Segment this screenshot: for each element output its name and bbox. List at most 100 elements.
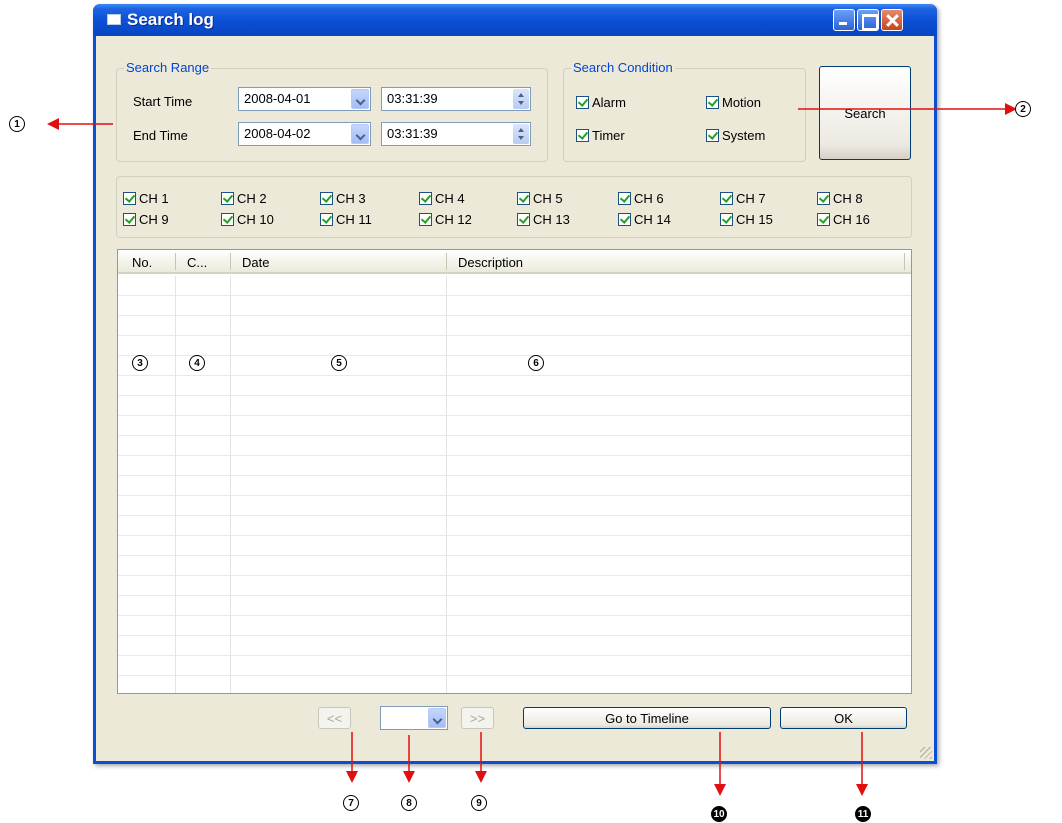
end-time-value: 03:31:39	[387, 126, 438, 141]
column-line	[175, 276, 176, 693]
channel-label: CH 4	[435, 191, 465, 206]
channel-checkbox-7[interactable]: CH 7	[720, 191, 766, 206]
window-icon	[107, 14, 121, 25]
channel-label: CH 10	[237, 212, 274, 227]
channel-checkbox-10[interactable]: CH 10	[221, 212, 274, 227]
check-icon	[706, 96, 719, 109]
alarm-checkbox[interactable]: Alarm	[576, 95, 626, 110]
spin-arrows-icon[interactable]	[513, 124, 529, 144]
callout-6: 6	[528, 355, 544, 371]
start-date-picker[interactable]: 2008-04-01	[238, 87, 371, 111]
start-time-value: 03:31:39	[387, 91, 438, 106]
channel-label: CH 5	[533, 191, 563, 206]
channel-checkbox-8[interactable]: CH 8	[817, 191, 863, 206]
ok-button[interactable]: OK	[780, 707, 907, 729]
check-icon	[817, 192, 830, 205]
check-icon	[123, 192, 136, 205]
alarm-label: Alarm	[592, 95, 626, 110]
check-icon	[618, 192, 631, 205]
channel-checkbox-15[interactable]: CH 15	[720, 212, 773, 227]
check-icon	[221, 213, 234, 226]
minimize-button[interactable]	[833, 9, 855, 31]
channel-label: CH 14	[634, 212, 671, 227]
channel-label: CH 3	[336, 191, 366, 206]
chevron-down-icon[interactable]	[351, 89, 369, 109]
prev-page-button[interactable]: <<	[318, 707, 351, 729]
check-icon	[419, 213, 432, 226]
column-channel[interactable]: C...	[187, 255, 207, 270]
channel-label: CH 13	[533, 212, 570, 227]
channel-group: CH 1 CH 2 CH 3 CH 4 CH 5 CH 6 CH 7 CH 8 CH 9 CH 1…	[116, 176, 912, 238]
go-to-timeline-button[interactable]: Go to Timeline	[523, 707, 771, 729]
channel-checkbox-9[interactable]: CH 9	[123, 212, 169, 227]
table-body[interactable]	[118, 276, 911, 693]
column-divider[interactable]	[446, 253, 447, 270]
search-button[interactable]: Search	[819, 66, 911, 160]
channel-checkbox-4[interactable]: CH 4	[419, 191, 465, 206]
channel-checkbox-2[interactable]: CH 2	[221, 191, 267, 206]
callout-1: 1	[9, 116, 25, 132]
column-date[interactable]: Date	[242, 255, 269, 270]
column-no[interactable]: No.	[132, 255, 152, 270]
check-icon	[320, 192, 333, 205]
check-icon	[817, 213, 830, 226]
search-range-label: Search Range	[124, 60, 212, 75]
maximize-button[interactable]	[857, 9, 879, 31]
resize-grip-icon[interactable]	[920, 747, 932, 759]
end-date-value: 2008-04-02	[244, 126, 311, 141]
channel-label: CH 11	[336, 212, 372, 227]
system-checkbox[interactable]: System	[706, 128, 765, 143]
callout-8: 8	[401, 795, 417, 811]
callout-9: 9	[471, 795, 487, 811]
timer-label: Timer	[592, 128, 625, 143]
channel-checkbox-16[interactable]: CH 16	[817, 212, 870, 227]
close-button[interactable]	[881, 9, 903, 31]
callout-3: 3	[132, 355, 148, 371]
check-icon	[517, 192, 530, 205]
chevron-down-icon[interactable]	[351, 124, 369, 144]
search-condition-group: Search Condition Alarm Motion Timer Syst…	[563, 60, 806, 162]
column-divider[interactable]	[904, 253, 905, 270]
callout-5: 5	[331, 355, 347, 371]
motion-label: Motion	[722, 95, 762, 110]
channel-label: CH 12	[435, 212, 472, 227]
callout-4: 4	[189, 355, 205, 371]
check-icon	[720, 192, 733, 205]
column-divider[interactable]	[230, 253, 231, 270]
callout-7: 7	[343, 795, 359, 811]
check-icon	[221, 192, 234, 205]
title-bar[interactable]: Search log	[93, 4, 937, 36]
motion-checkbox[interactable]: Motion	[706, 95, 761, 110]
column-divider[interactable]	[175, 253, 176, 270]
channel-checkbox-6[interactable]: CH 6	[618, 191, 664, 206]
column-description[interactable]: Description	[458, 255, 523, 270]
channel-checkbox-5[interactable]: CH 5	[517, 191, 563, 206]
start-time-spinner[interactable]: 03:31:39	[381, 87, 531, 111]
page-select[interactable]	[380, 706, 448, 730]
callout-10: 10	[711, 806, 727, 822]
start-date-value: 2008-04-01	[244, 91, 311, 106]
search-range-group: Search Range Start Time 2008-04-01 03:31…	[116, 60, 548, 162]
channel-checkbox-12[interactable]: CH 12	[419, 212, 472, 227]
log-table[interactable]: No. C... Date Description	[117, 249, 912, 694]
check-icon	[419, 192, 432, 205]
channel-label: CH 7	[736, 191, 766, 206]
channel-checkbox-1[interactable]: CH 1	[123, 191, 169, 206]
channel-label: CH 15	[736, 212, 773, 227]
check-icon	[618, 213, 631, 226]
channel-checkbox-11[interactable]: CH 11	[320, 212, 372, 227]
spin-arrows-icon[interactable]	[513, 89, 529, 109]
check-icon	[320, 213, 333, 226]
end-time-spinner[interactable]: 03:31:39	[381, 122, 531, 146]
next-page-button[interactable]: >>	[461, 707, 494, 729]
channel-checkbox-13[interactable]: CH 13	[517, 212, 570, 227]
callout-2: 2	[1015, 101, 1031, 117]
channel-checkbox-14[interactable]: CH 14	[618, 212, 671, 227]
channel-checkbox-3[interactable]: CH 3	[320, 191, 366, 206]
check-icon	[576, 129, 589, 142]
chevron-down-icon[interactable]	[428, 708, 446, 728]
end-date-picker[interactable]: 2008-04-02	[238, 122, 371, 146]
timer-checkbox[interactable]: Timer	[576, 128, 625, 143]
channel-label: CH 16	[833, 212, 870, 227]
callout-11: 11	[855, 806, 871, 822]
